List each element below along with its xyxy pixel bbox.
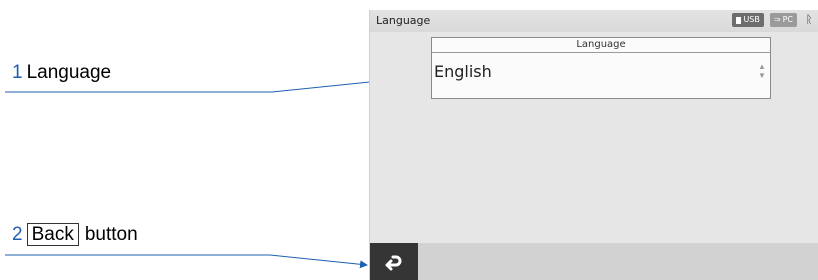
bottom-bar [370,243,818,280]
panel-header: Language [432,38,770,53]
language-select-value: English [434,62,492,81]
back-button[interactable] [370,243,418,280]
language-panel: Language English ▲ ▼ [431,37,771,99]
device-screen: Language USB ⇒ PC ᚱ Language English ▲ ▼ [369,10,818,280]
bluetooth-icon: ᚱ [805,14,813,26]
pc-status-icon: ⇒ PC [769,13,797,27]
usb-status-icon: USB [732,13,764,27]
screen-title: Language [376,14,431,27]
back-arrow-icon [385,255,402,270]
leader-line-2 [5,254,368,269]
leader-line-1 [5,72,430,93]
language-select[interactable]: English ▲ ▼ [432,56,770,88]
title-bar: Language USB ⇒ PC ᚱ [370,10,818,32]
status-icons: USB ⇒ PC ᚱ [732,13,815,27]
up-down-arrows-icon[interactable]: ▲ ▼ [757,62,767,82]
